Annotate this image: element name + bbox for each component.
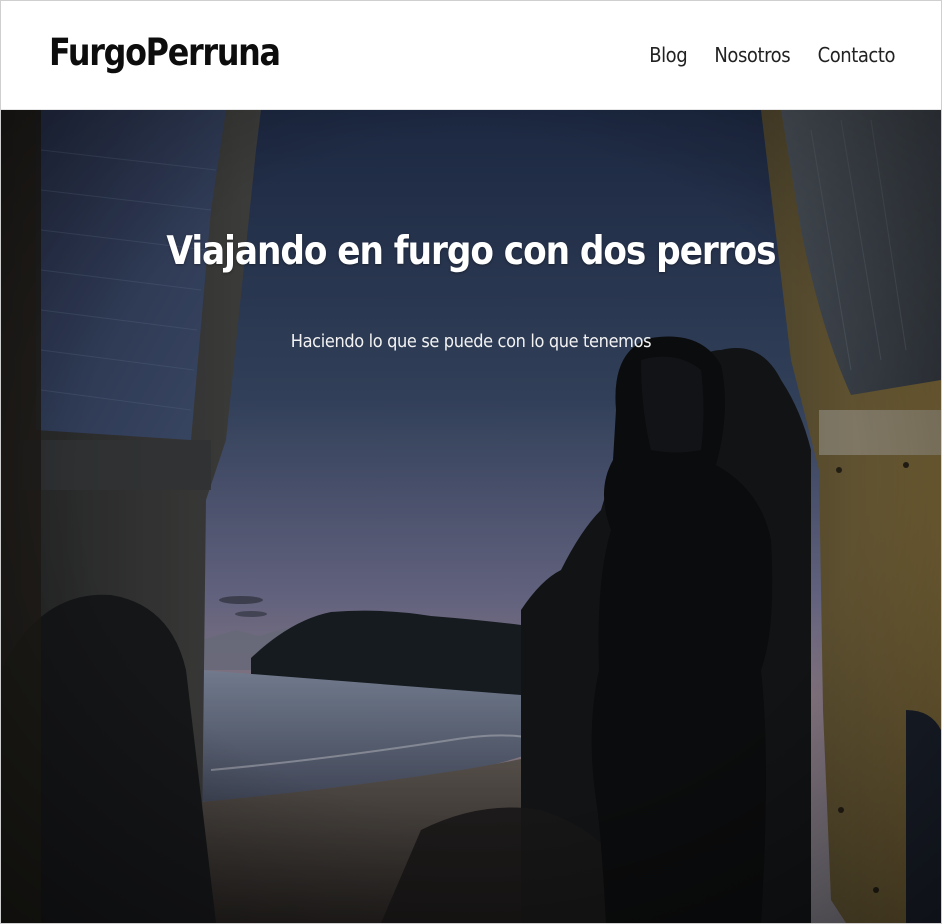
nav-link-blog[interactable]: Blog (649, 43, 687, 67)
nav-link-nosotros[interactable]: Nosotros (714, 43, 790, 67)
nav-link-contacto[interactable]: Contacto (818, 43, 896, 67)
hero-title: Viajando en furgo con dos perros (166, 229, 776, 274)
main-nav: Blog Nosotros Contacto (645, 43, 896, 67)
site-header: FurgoPerruna Blog Nosotros Contacto (1, 1, 941, 110)
hero-section: Viajando en furgo con dos perros Haciend… (1, 110, 941, 923)
site-logo[interactable]: FurgoPerruna (49, 31, 281, 74)
hero-subtitle: Haciendo lo que se puede con lo que tene… (290, 331, 652, 352)
browser-viewport: FurgoPerruna Blog Nosotros Contacto Viaj… (0, 0, 942, 924)
